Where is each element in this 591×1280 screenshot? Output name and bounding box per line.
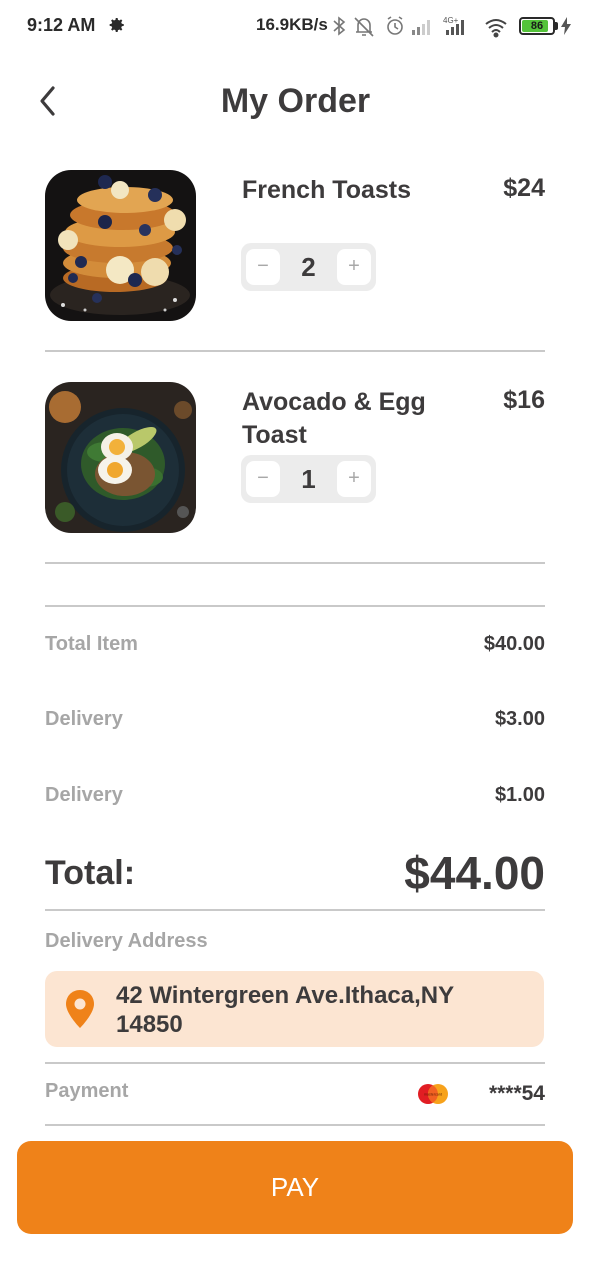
quantity-value: 1 bbox=[301, 464, 316, 494]
signal-icon bbox=[412, 20, 430, 35]
charging-icon bbox=[561, 17, 571, 35]
order-item: French Toasts $24 − 2 + bbox=[45, 170, 545, 322]
total-label: Total: bbox=[45, 854, 136, 892]
increase-quantity-button[interactable]: + bbox=[337, 249, 371, 285]
status-time: 9:12 AM bbox=[27, 15, 96, 35]
payment-label: Payment bbox=[45, 1080, 129, 1102]
summary-label: Total Item bbox=[45, 633, 138, 655]
card-number: ****54 bbox=[488, 1082, 545, 1105]
mastercard-icon: mastercard bbox=[418, 1084, 448, 1104]
network-speed: 16.9KB/s bbox=[256, 15, 328, 34]
bluetooth-icon bbox=[333, 16, 346, 36]
delivery-address-label: Delivery Address bbox=[45, 930, 208, 952]
wifi-icon bbox=[485, 19, 507, 38]
avocado-toast-image bbox=[45, 382, 196, 533]
payment-method[interactable]: Payment mastercard ****54 bbox=[45, 1080, 545, 1110]
mute-icon bbox=[354, 17, 374, 37]
decrease-quantity-button[interactable]: − bbox=[246, 249, 280, 285]
summary-label: Delivery bbox=[45, 784, 123, 806]
divider bbox=[45, 350, 545, 352]
item-name: French Toasts bbox=[242, 176, 412, 204]
network-type: 4G+ bbox=[443, 16, 459, 25]
quantity-value: 2 bbox=[301, 252, 316, 282]
increase-quantity-button[interactable]: + bbox=[337, 461, 371, 497]
page-title: My Order bbox=[220, 82, 371, 120]
item-price: $24 bbox=[503, 174, 545, 202]
gear-icon bbox=[109, 17, 124, 33]
delivery-address-text: 42 Wintergreen Ave.Ithaca,NY 14850 bbox=[116, 982, 454, 1038]
summary-value: $1.00 bbox=[494, 784, 545, 806]
pay-button[interactable]: PAY bbox=[17, 1141, 573, 1234]
item-price: $16 bbox=[503, 386, 545, 414]
summary-row: Total Item $40.00 bbox=[45, 633, 545, 663]
card-logo-text: mastercard bbox=[424, 1093, 442, 1097]
divider bbox=[45, 909, 545, 911]
divider bbox=[45, 1124, 545, 1126]
location-pin-icon bbox=[66, 990, 94, 1028]
divider bbox=[45, 1062, 545, 1064]
summary-label: Delivery bbox=[45, 708, 123, 730]
summary-value: $3.00 bbox=[494, 708, 545, 730]
battery-tip bbox=[555, 22, 558, 30]
summary-row: Delivery $1.00 bbox=[45, 784, 545, 814]
divider bbox=[45, 562, 545, 564]
quantity-stepper: − 2 + bbox=[241, 243, 376, 291]
decrease-quantity-button[interactable]: − bbox=[246, 461, 280, 497]
item-name: Avocado & Egg Toast bbox=[242, 388, 426, 449]
french-toast-image bbox=[45, 170, 196, 321]
total-value: $44.00 bbox=[404, 847, 545, 899]
battery-level: 86 bbox=[530, 20, 544, 32]
alarm-icon bbox=[387, 16, 403, 35]
battery-icon: 86 bbox=[519, 17, 555, 35]
summary-row: Delivery $3.00 bbox=[45, 708, 545, 738]
quantity-stepper: − 1 + bbox=[241, 455, 376, 503]
summary-value: $40.00 bbox=[483, 633, 545, 655]
order-item: Avocado & Egg Toast $16 − 1 + bbox=[45, 382, 545, 534]
status-bar: 9:12 AM 16.9KB/s 4G+ 86 bbox=[0, 0, 591, 52]
delivery-address-card[interactable]: 42 Wintergreen Ave.Ithaca,NY 14850 bbox=[45, 971, 544, 1047]
divider bbox=[45, 605, 545, 607]
status-icons: 4G+ bbox=[333, 16, 507, 38]
